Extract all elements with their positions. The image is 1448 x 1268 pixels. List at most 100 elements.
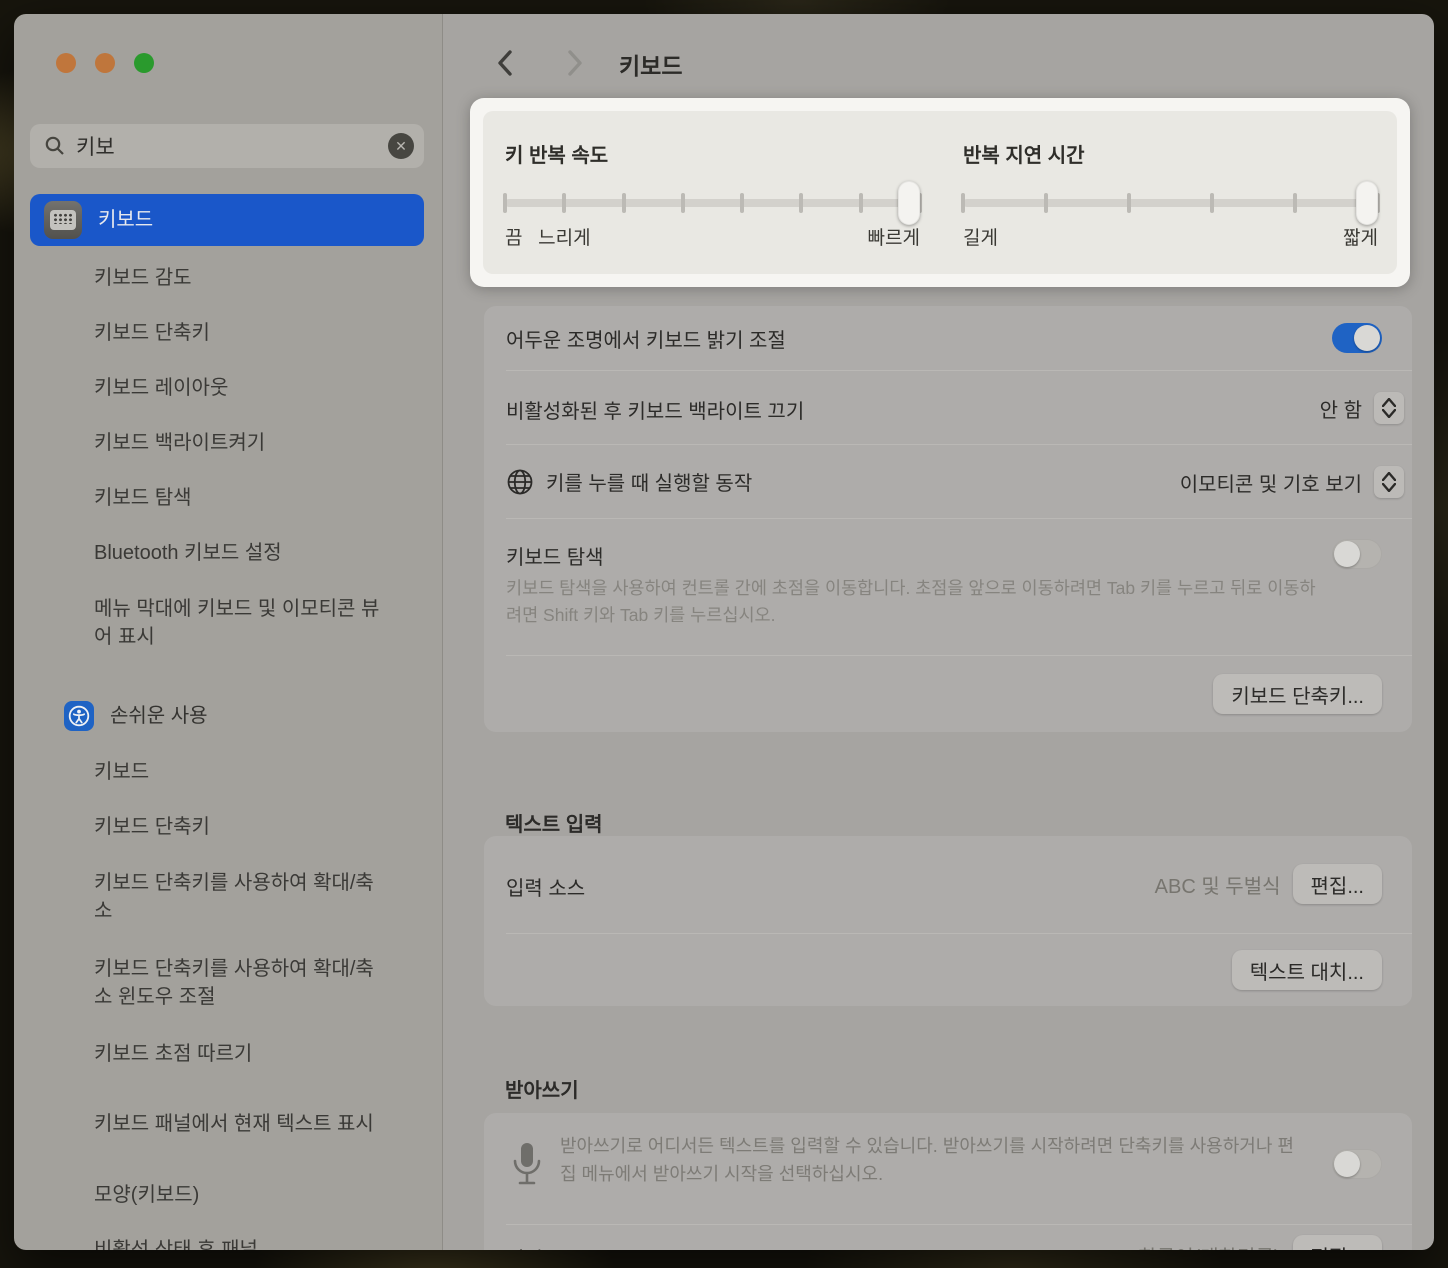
close-button[interactable]: [56, 53, 76, 73]
sidebar: 키보 ✕ 키보드 키보드 감도 키보드 단축키 키보드 레이아웃 키보드 백라이…: [14, 14, 443, 1250]
slider-thumb[interactable]: [898, 181, 920, 225]
language-value: 한국어(대한민국): [1138, 1241, 1280, 1251]
toggle-knob: [1334, 1151, 1360, 1177]
backlight-off-stepper[interactable]: [1374, 392, 1404, 424]
sidebar-item-zoom-shortcuts[interactable]: 키보드 단축키를 사용하여 확대/축소: [30, 854, 424, 940]
backlight-off-label: 비활성화된 후 키보드 백라이트 끄기: [506, 395, 804, 424]
slider-tick-label: 짧게: [1343, 223, 1378, 250]
backlight-off-value: 안 함: [1320, 394, 1362, 423]
brightness-label: 어두운 조명에서 키보드 밝기 조절: [506, 324, 786, 353]
slider-tick-label: 느리게: [538, 223, 590, 250]
search-value: 키보: [76, 131, 388, 161]
keyboard-nav-toggle[interactable]: [1332, 539, 1382, 569]
key-repeat-slider[interactable]: [505, 199, 920, 207]
slider-tick-label: 빠르게: [868, 223, 920, 250]
language-edit-button[interactable]: 편집...: [1293, 1235, 1382, 1250]
repeat-settings-card: 키 반복 속도 끔 느리게 빠르게 반복 지연 시간 길게 짧게: [483, 111, 1397, 274]
magnifier-icon: [44, 135, 66, 157]
input-source-value: ABC 및 두벌식: [1155, 870, 1281, 899]
sidebar-item-acc-shortcuts[interactable]: 키보드 단축키: [30, 799, 424, 854]
slider-tick: [740, 193, 744, 213]
sidebar-item-follow-focus[interactable]: 키보드 초점 따르기: [30, 1026, 424, 1081]
key-repeat-tick-labels: 끔 느리게 빠르게: [505, 223, 920, 253]
keyboard-options-card: 어두운 조명에서 키보드 밝기 조절 비활성화된 후 키보드 백라이트 끄기 안…: [484, 306, 1412, 732]
dictation-row: 받아쓰기로 어디서든 텍스트를 입력할 수 있습니다. 받아쓰기를 시작하려면 …: [484, 1113, 1412, 1224]
dictation-toggle[interactable]: [1332, 1149, 1382, 1179]
keyboard-icon: [44, 201, 82, 239]
globe-action-row: 키를 누를 때 실행할 동작 이모티콘 및 기호 보기: [506, 444, 1412, 518]
text-input-card: 입력 소스 ABC 및 두벌식 편집... 텍스트 대치...: [484, 836, 1412, 1006]
sidebar-item-accessibility[interactable]: 손쉬운 사용: [30, 688, 424, 744]
globe-action-stepper[interactable]: [1374, 466, 1404, 498]
zoom-button[interactable]: [134, 53, 154, 73]
slider-tick: [1127, 193, 1131, 213]
brightness-toggle[interactable]: [1332, 323, 1382, 353]
slider-tick: [1044, 193, 1048, 213]
dictation-section-title: 받아쓰기: [505, 1074, 579, 1103]
input-source-edit-button[interactable]: 편집...: [1293, 864, 1382, 904]
text-replacements-button[interactable]: 텍스트 대치...: [1232, 950, 1382, 990]
slider-tick-label: 끔: [505, 223, 522, 250]
slider-tick: [859, 193, 863, 213]
clear-search-icon[interactable]: ✕: [388, 133, 414, 159]
sidebar-item-keyboard-shortcuts[interactable]: 키보드 단축키: [30, 305, 424, 360]
accessibility-icon: [64, 701, 94, 731]
slider-tick: [1210, 193, 1214, 213]
input-source-row: 입력 소스 ABC 및 두벌식 편집...: [484, 836, 1412, 933]
keyboard-shortcuts-button[interactable]: 키보드 단축키...: [1213, 674, 1382, 714]
dictation-card: 받아쓰기로 어디서든 텍스트를 입력할 수 있습니다. 받아쓰기를 시작하려면 …: [484, 1113, 1412, 1250]
desktop-wallpaper: 키보 ✕ 키보드 키보드 감도 키보드 단축키 키보드 레이아웃 키보드 백라이…: [0, 0, 1448, 1268]
sidebar-item-keyboard-backlight[interactable]: 키보드 백라이트켜기: [30, 415, 424, 470]
sidebar-item-zoom-window[interactable]: 키보드 단축키를 사용하여 확대/축소 윈도우 조절: [30, 940, 424, 1026]
slider-tick-label: 길게: [963, 223, 998, 250]
text-input-section-title: 텍스트 입력: [505, 808, 603, 837]
slider-tick: [503, 193, 507, 213]
text-replace-row: 텍스트 대치...: [506, 933, 1412, 1006]
search-input[interactable]: 키보 ✕: [30, 124, 424, 168]
slider-tick: [622, 193, 626, 213]
sidebar-item-appearance-keyboard[interactable]: 모양(키보드): [30, 1167, 424, 1222]
system-settings-window: 키보 ✕ 키보드 키보드 감도 키보드 단축키 키보드 레이아웃 키보드 백라이…: [14, 14, 1434, 1250]
main-pane: 키보드 키 반복 속도 끔 느리게 빠르게 반복 지연 시간 길게 짧게: [443, 14, 1434, 1250]
sidebar-item-inactive-panel[interactable]: 비활성 상태 후 패널: [30, 1222, 424, 1250]
input-source-label: 입력 소스: [506, 872, 585, 901]
minimize-button[interactable]: [95, 53, 115, 73]
sidebar-item-label: 키보드: [98, 206, 153, 234]
dictation-description: 받아쓰기로 어디서든 텍스트를 입력할 수 있습니다. 받아쓰기를 시작하려면 …: [560, 1133, 1300, 1189]
sidebar-item-keyboard-sensitivity[interactable]: 키보드 감도: [30, 250, 424, 305]
backlight-off-row: 비활성화된 후 키보드 백라이트 끄기 안 함: [506, 370, 1412, 444]
highlight-spotlight: 키 반복 속도 끔 느리게 빠르게 반복 지연 시간 길게 짧게: [470, 98, 1410, 287]
keyboard-nav-description: 키보드 탐색을 사용하여 컨트롤 간에 초점을 이동합니다. 초점을 앞으로 이…: [506, 575, 1316, 629]
keyboard-nav-row: 키보드 탐색 키보드 탐색을 사용하여 컨트롤 간에 초점을 이동합니다. 초점…: [506, 518, 1412, 655]
sidebar-item-acc-keyboard[interactable]: 키보드: [30, 744, 424, 799]
brightness-row: 어두운 조명에서 키보드 밝기 조절: [484, 306, 1412, 370]
globe-action-label: 키를 누를 때 실행할 동작: [546, 467, 752, 496]
language-label: 언어: [506, 1243, 543, 1250]
globe-icon: [506, 468, 534, 496]
slider-thumb[interactable]: [1356, 181, 1378, 225]
key-repeat-group: 키 반복 속도 끔 느리게 빠르게: [505, 111, 920, 274]
sidebar-item-keyboard-navigation[interactable]: 키보드 탐색: [30, 470, 424, 525]
shortcuts-button-row: 키보드 단축키...: [506, 655, 1412, 732]
sidebar-nav: 키보드 키보드 감도 키보드 단축키 키보드 레이아웃 키보드 백라이트켜기 키…: [30, 194, 424, 1250]
page-title: 키보드: [619, 47, 682, 81]
sidebar-item-menubar-viewer[interactable]: 메뉴 막대에 키보드 및 이모티콘 뷰어 표시: [30, 580, 424, 666]
globe-action-value: 이모티콘 및 기호 보기: [1180, 468, 1362, 497]
keyboard-nav-label: 키보드 탐색: [506, 541, 604, 570]
back-button[interactable]: [490, 48, 520, 78]
sidebar-item-bluetooth-keyboard[interactable]: Bluetooth 키보드 설정: [30, 525, 424, 580]
sidebar-item-keyboard-layouts[interactable]: 키보드 레이아웃: [30, 360, 424, 415]
slider-tick: [1293, 193, 1297, 213]
repeat-delay-tick-labels: 길게 짧게: [963, 223, 1378, 253]
sidebar-item-panel-current-text[interactable]: 키보드 패널에서 현재 텍스트 표시: [30, 1081, 424, 1167]
slider-tick: [562, 193, 566, 213]
key-repeat-label: 키 반복 속도: [505, 139, 608, 168]
dictation-language-row: 언어 한국어(대한민국) 편집...: [506, 1224, 1412, 1250]
slider-tick: [799, 193, 803, 213]
repeat-delay-group: 반복 지연 시간 길게 짧게: [963, 111, 1378, 274]
repeat-delay-slider[interactable]: [963, 199, 1378, 207]
toggle-knob: [1354, 325, 1380, 351]
repeat-delay-label: 반복 지연 시간: [963, 139, 1085, 168]
forward-button[interactable]: [560, 48, 590, 78]
sidebar-item-keyboard[interactable]: 키보드: [30, 194, 424, 246]
